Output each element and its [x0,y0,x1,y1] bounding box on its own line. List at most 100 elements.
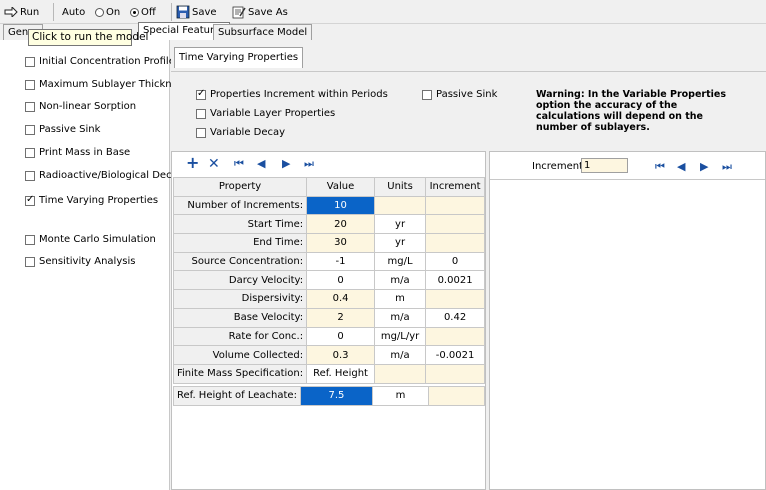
option-label: Time Varying Properties [39,195,159,206]
increment-cell[interactable] [425,326,485,347]
increment-cell[interactable] [425,363,485,384]
value-cell[interactable]: 10 [306,195,375,216]
option-radioactive-decay[interactable]: Radioactive/Biological Decay [25,170,184,181]
table-row: Darcy Velocity: 0 m/a 0.0021 [172,270,485,291]
option-sensitivity-analysis[interactable]: Sensitivity Analysis [25,256,135,267]
checkbox-icon [25,170,35,181]
units-cell: m [372,386,429,406]
next-increment-icon[interactable]: ▶ [700,160,708,174]
auto-off-radio[interactable]: Off [130,4,156,20]
run-button[interactable]: Run [4,4,39,20]
property-label: Base Velocity: [172,307,308,328]
tab-subsurface-model[interactable]: Subsurface Model [213,24,313,40]
increment-input[interactable]: 1 [581,158,628,173]
last-record-icon[interactable]: ⏭ [304,157,314,171]
table-row: Ref. Height of Leachate: 7.5 m [173,386,486,406]
tab-subsurface-model-label: Subsurface Model [218,27,308,38]
properties-table: Property Value Units Increment Number of… [172,177,485,384]
property-label: Rate for Conc.: [172,326,308,347]
value-cell[interactable]: -1 [306,251,375,272]
increment-cell[interactable] [425,214,485,235]
option-label: Passive Sink [39,124,101,135]
option-label: Properties Increment within Periods [210,89,388,100]
units-cell: m/a [373,307,427,328]
table-row: Number of Increments: 10 [172,195,485,216]
next-record-icon[interactable]: ▶ [282,157,290,171]
increment-cell[interactable]: 0 [425,251,485,272]
property-label: Volume Collected: [172,345,308,365]
option-passive-sink-tv[interactable]: Passive Sink [422,89,497,100]
value-cell[interactable]: 30 [306,233,375,253]
option-label: Variable Decay [210,127,286,138]
option-label: Non-linear Sorption [39,101,137,112]
property-label: Darcy Velocity: [172,270,308,291]
add-icon[interactable]: + [186,155,199,171]
option-variable-decay[interactable]: Variable Decay [196,127,285,138]
table-row: Rate for Conc.: 0 mg/L/yr [172,326,485,347]
ref-height-table: Ref. Height of Leachate: 7.5 m [173,386,486,406]
table-row: Volume Collected: 0.3 m/a -0.0021 [172,345,485,365]
value-cell[interactable]: 0 [306,326,375,347]
table-row: Source Concentration: -1 mg/L 0 [172,251,485,272]
delete-icon[interactable]: ✕ [208,157,220,171]
table-row: Base Velocity: 2 m/a 0.42 [172,307,485,328]
option-time-varying-properties[interactable]: Time Varying Properties [25,194,159,206]
table-header-row: Property Value Units Increment [172,177,485,197]
units-cell: m/a [373,270,427,291]
option-non-linear-sorption[interactable]: Non-linear Sorption [25,101,136,112]
table-row: Dispersivity: 0.4 m [172,289,485,309]
increment-cell[interactable]: 0.0021 [425,270,485,291]
option-label: Maximum Sublayer Thickness [39,79,189,90]
table-row: End Time: 30 yr [172,233,485,253]
save-button[interactable]: Save [176,4,217,20]
subtab-label: Time Varying Properties [179,52,299,63]
value-cell[interactable]: 0 [306,270,375,291]
first-increment-icon[interactable]: ⏮ [655,160,665,174]
special-features-list: Initial Concentration Profile Maximum Su… [0,40,188,490]
last-increment-icon[interactable]: ⏭ [722,160,732,174]
increment-cell[interactable]: -0.0021 [425,345,485,365]
value-cell[interactable]: 0.4 [306,289,375,309]
run-label: Run [20,6,40,18]
off-label: Off [141,6,156,18]
run-arrow-icon [4,7,18,17]
units-cell [373,363,427,384]
prev-record-icon[interactable]: ◀ [257,157,265,171]
radio-selected-icon [130,7,139,17]
option-maximum-sublayer-thickness[interactable]: Maximum Sublayer Thickness [25,79,188,90]
save-as-icon [232,6,246,19]
value-cell[interactable]: 0.3 [306,345,375,365]
radio-icon [95,7,104,17]
save-as-label: Save As [248,6,288,18]
toolbar-separator [53,3,54,21]
option-variable-layer-properties[interactable]: Variable Layer Properties [196,108,335,119]
auto-on-radio[interactable]: On [95,4,120,20]
first-record-icon[interactable]: ⏮ [234,157,244,171]
tab-time-varying-properties[interactable]: Time Varying Properties [174,47,304,68]
option-increment-within-periods[interactable]: Properties Increment within Periods [196,88,388,100]
value-cell[interactable]: Ref. Height [306,363,375,384]
increment-cell[interactable] [427,386,486,406]
option-initial-concentration-profile[interactable]: Initial Concentration Profile [25,56,175,67]
option-passive-sink[interactable]: Passive Sink [25,124,100,135]
property-label: Finite Mass Specification: [172,363,308,384]
increment-cell[interactable] [425,233,485,253]
option-print-mass-in-base[interactable]: Print Mass in Base [25,147,130,158]
increment-cell[interactable]: 0.42 [425,307,485,328]
increment-cell[interactable] [425,195,485,216]
checkbox-icon [25,147,35,158]
save-label: Save [192,6,217,18]
increment-panel: Increment: ⏮ ◀ ▶ ⏭ [489,151,766,490]
value-cell[interactable]: 20 [306,214,375,235]
option-monte-carlo-simulation[interactable]: Monte Carlo Simulation [25,234,156,245]
save-as-button[interactable]: Save As [232,4,288,20]
increment-cell[interactable] [425,289,485,309]
value-cell[interactable]: 2 [306,307,375,328]
checkbox-checked-icon [196,88,206,100]
property-label: Source Concentration: [172,251,308,272]
prev-increment-icon[interactable]: ◀ [677,160,685,174]
units-cell: yr [373,214,427,235]
value-cell[interactable]: 7.5 [299,386,374,406]
header-value: Value [306,177,375,197]
checkbox-icon [25,124,35,135]
